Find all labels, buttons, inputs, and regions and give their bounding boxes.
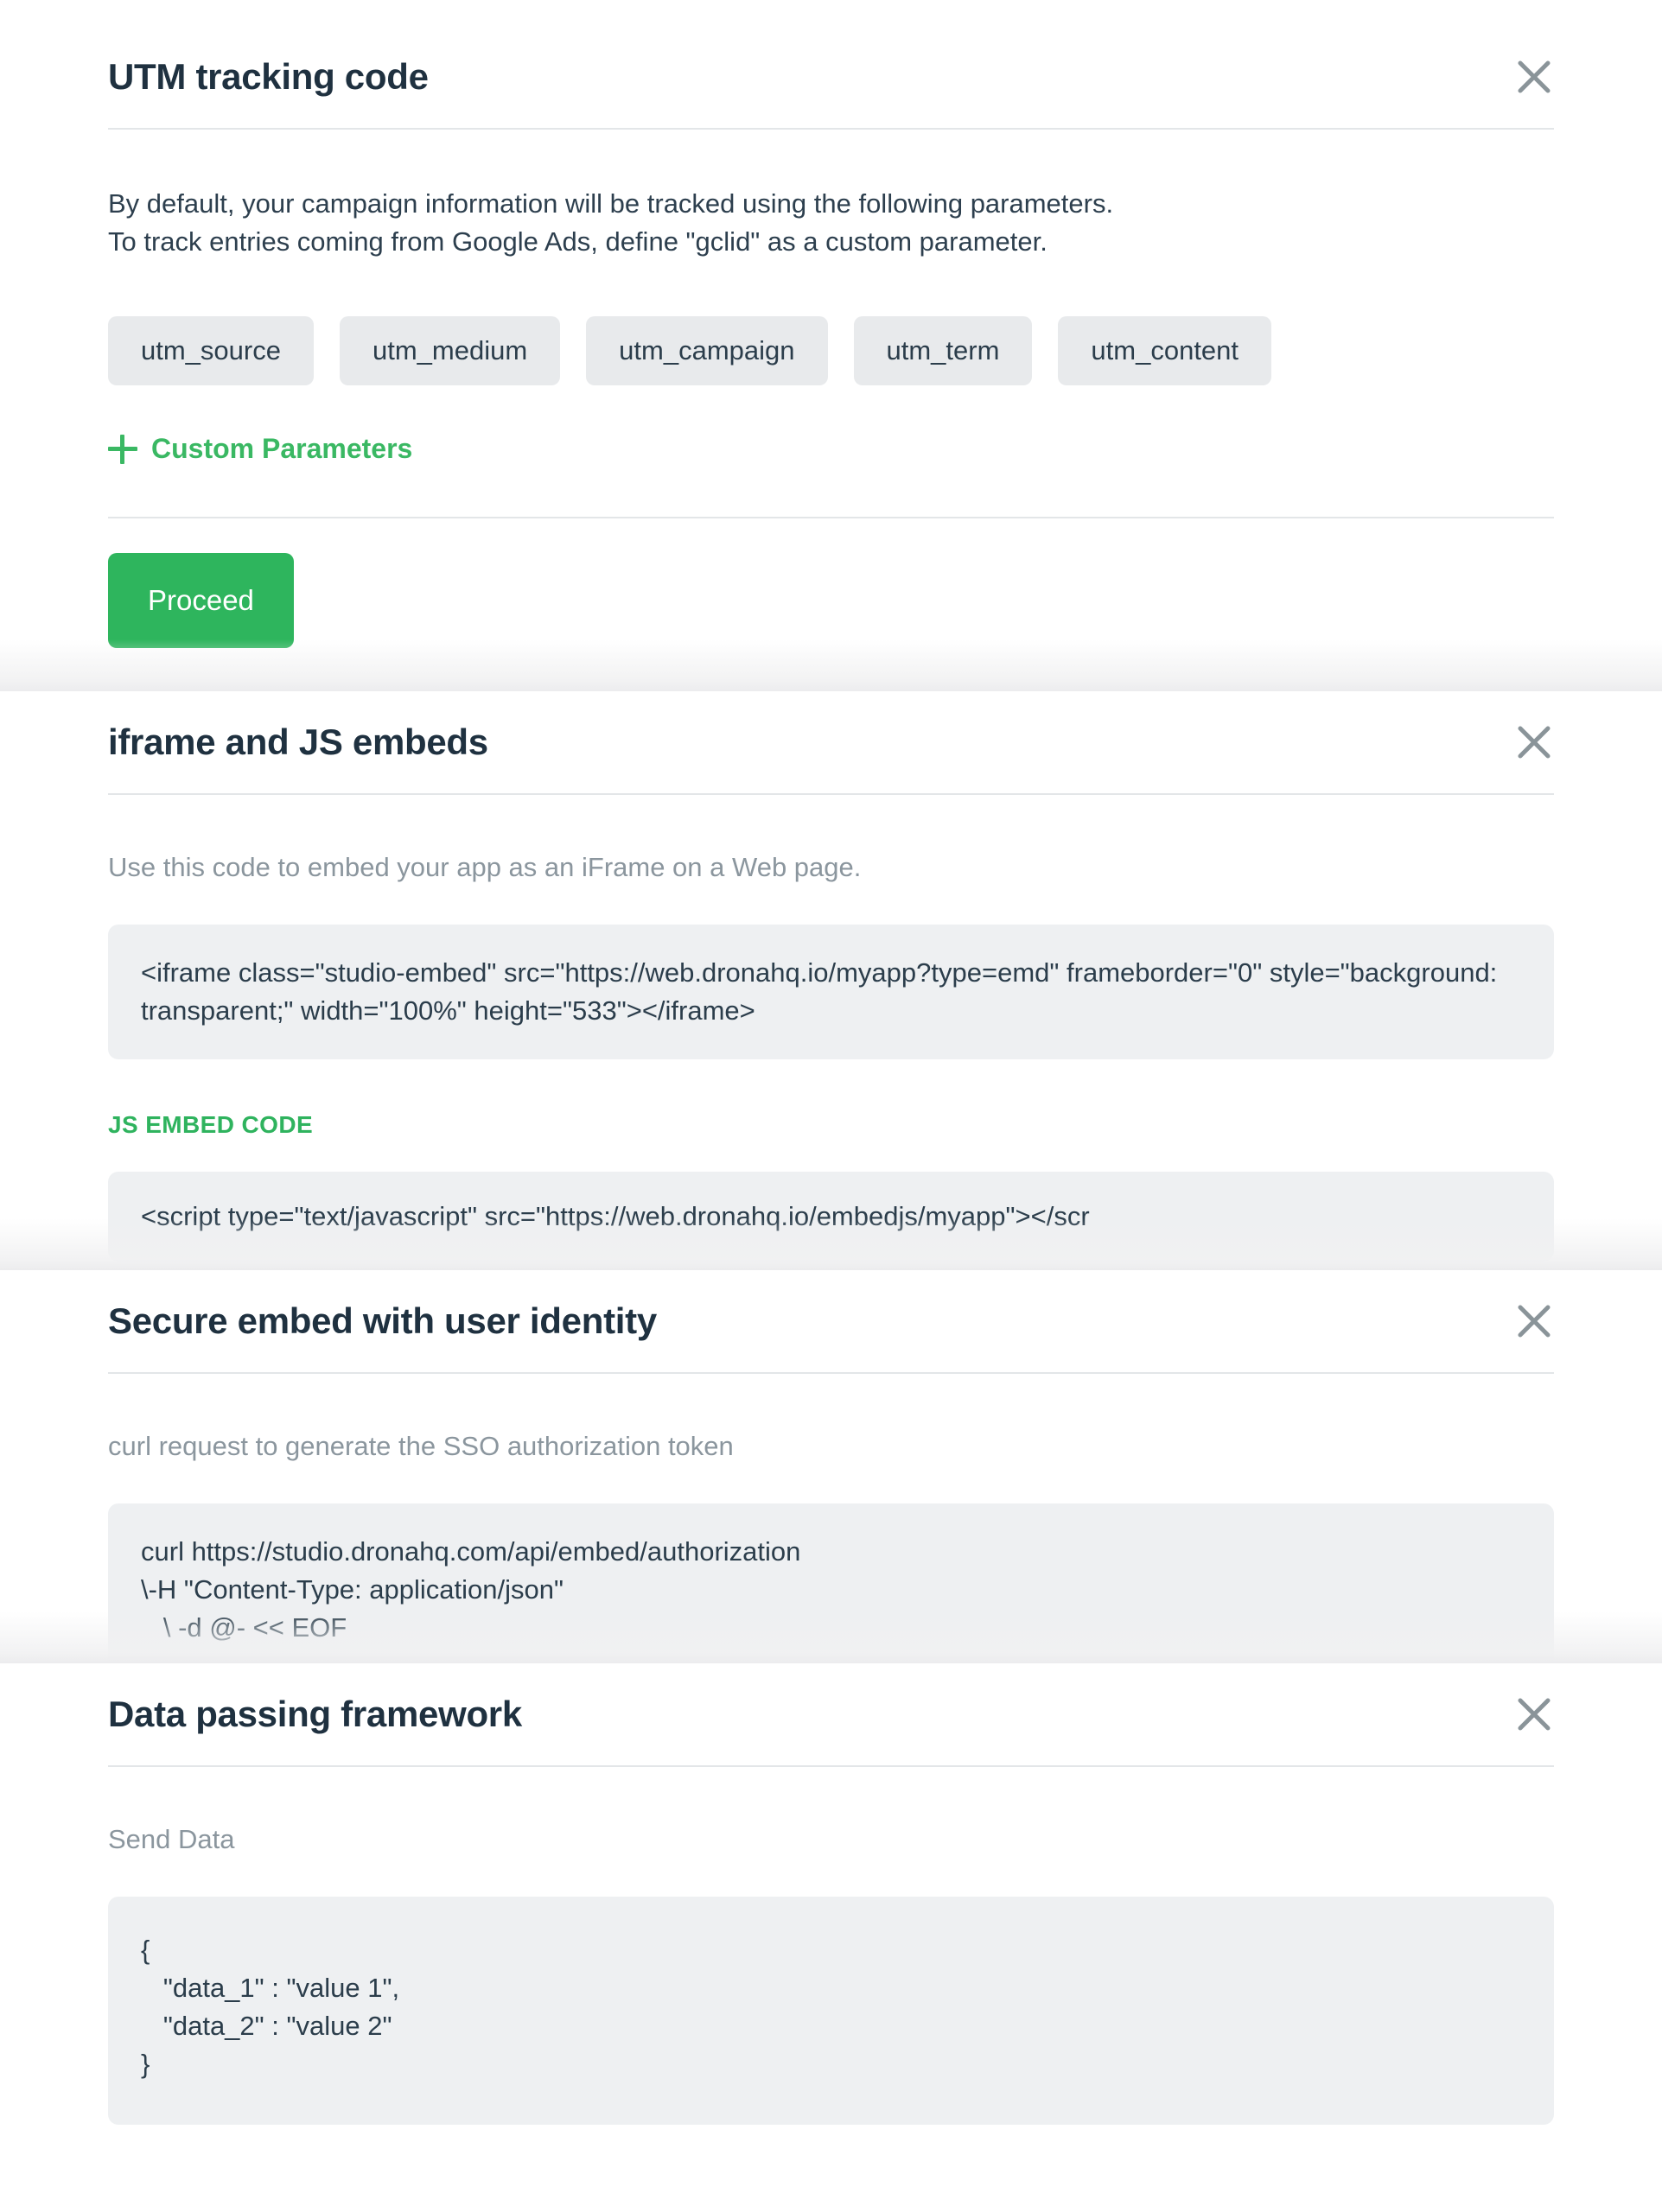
page-title: UTM tracking code (108, 56, 429, 97)
chip-utm-term[interactable]: utm_term (853, 316, 1033, 386)
panel-utm-tracking-code: UTM tracking code By default, your campa… (0, 26, 1662, 691)
chip-utm-source[interactable]: utm_source (108, 316, 314, 386)
panel-header: iframe and JS embeds (108, 691, 1554, 793)
utm-description-line-2: To track entries coming from Google Ads,… (108, 226, 1048, 257)
header-divider (108, 1372, 1554, 1374)
plus-icon (108, 434, 137, 464)
header-divider (108, 128, 1554, 130)
chip-utm-medium[interactable]: utm_medium (339, 316, 561, 386)
chip-utm-campaign[interactable]: utm_campaign (586, 316, 828, 386)
page-title: Data passing framework (108, 1694, 522, 1734)
secure-embed-description: curl request to generate the SSO authori… (108, 1431, 734, 1461)
panel-header: Data passing framework (108, 1663, 1554, 1765)
panel-iframe-and-js-embeds: iframe and JS embeds Use this code to em… (0, 691, 1662, 1270)
panel-header: UTM tracking code (108, 26, 1554, 128)
js-embed-code-block[interactable]: <script type="text/javascript" src="http… (108, 1172, 1554, 1262)
close-icon[interactable] (1514, 1694, 1554, 1734)
utm-description-line-1: By default, your campaign information wi… (108, 188, 1114, 219)
close-icon[interactable] (1514, 1301, 1554, 1341)
proceed-button[interactable]: Proceed (108, 552, 294, 648)
panel-data-passing-framework: Data passing framework Send Data { "data… (0, 1663, 1662, 2212)
page-title: iframe and JS embeds (108, 721, 488, 762)
chip-utm-content[interactable]: utm_content (1058, 316, 1272, 386)
json-data-code-block[interactable]: { "data_1" : "value 1", "data_2" : "valu… (108, 1897, 1554, 2126)
utm-parameter-chip-list: utm_source utm_medium utm_campaign utm_t… (108, 316, 1554, 386)
close-icon[interactable] (1514, 722, 1554, 762)
add-custom-parameters-label: Custom Parameters (151, 433, 413, 465)
page-title: Secure embed with user identity (108, 1300, 657, 1341)
panel-secure-embed-with-user-identity: Secure embed with user identity curl req… (0, 1270, 1662, 1663)
close-icon[interactable] (1514, 57, 1554, 97)
add-custom-parameters-button[interactable]: Custom Parameters (108, 433, 412, 465)
panel-header: Secure embed with user identity (108, 1270, 1554, 1372)
header-divider (108, 793, 1554, 795)
footer-divider (108, 516, 1554, 518)
iframe-description: Use this code to embed your app as an iF… (108, 852, 862, 882)
header-divider (108, 1765, 1554, 1767)
send-data-label: Send Data (108, 1824, 235, 1854)
js-embed-code-label: JS EMBED CODE (108, 1111, 314, 1139)
curl-code-block[interactable]: curl https://studio.dronahq.com/api/embe… (108, 1503, 1554, 1663)
iframe-code-block[interactable]: <iframe class="studio-embed" src="https:… (108, 925, 1554, 1060)
